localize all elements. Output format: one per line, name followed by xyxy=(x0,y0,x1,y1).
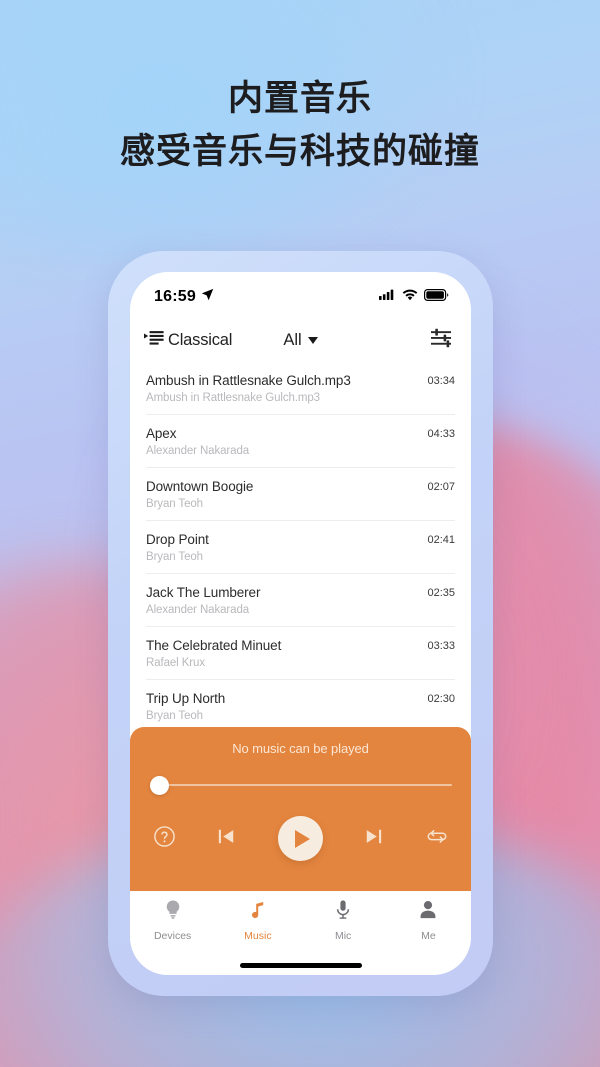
wifi-icon xyxy=(402,288,418,306)
skip-previous-icon xyxy=(215,825,238,853)
status-bar-left: 16:59 xyxy=(154,288,214,306)
track-row[interactable]: Ambush in Rattlesnake Gulch.mp3 Ambush i… xyxy=(146,362,455,415)
lightbulb-icon xyxy=(163,899,183,925)
seek-slider[interactable] xyxy=(149,775,452,795)
player-controls xyxy=(153,816,449,861)
music-note-icon xyxy=(248,899,268,925)
track-title: Apex xyxy=(146,426,177,441)
track-artist: Bryan Teoh xyxy=(146,498,203,510)
play-button[interactable] xyxy=(277,816,323,861)
tab-mic-label: Mic xyxy=(334,930,352,942)
chevron-down-icon xyxy=(307,336,318,344)
track-artist: Ambush in Rattlesnake Gulch.mp3 xyxy=(146,392,320,404)
tab-mic[interactable]: Mic xyxy=(301,899,386,942)
playlist-name-label: Classical xyxy=(168,330,233,349)
track-duration: 02:35 xyxy=(427,587,455,599)
track-info: Trip Up North Bryan Teoh xyxy=(146,691,417,722)
next-button[interactable] xyxy=(362,825,385,853)
location-arrow-icon xyxy=(201,288,214,306)
track-duration: 02:07 xyxy=(427,481,455,493)
track-duration: 02:30 xyxy=(427,693,455,705)
repeat-button[interactable] xyxy=(425,824,449,853)
seek-slider-thumb[interactable] xyxy=(149,775,169,795)
track-info: Ambush in Rattlesnake Gulch.mp3 Ambush i… xyxy=(146,373,417,404)
playlist-selector[interactable]: Classical xyxy=(144,329,232,352)
tab-music[interactable]: Music xyxy=(215,899,300,942)
skip-next-icon xyxy=(362,825,385,853)
playlist-queue-icon xyxy=(144,329,166,352)
track-list[interactable]: Ambush in Rattlesnake Gulch.mp3 Ambush i… xyxy=(130,362,471,727)
track-info: Drop Point Bryan Teoh xyxy=(146,532,417,563)
track-title: Drop Point xyxy=(146,532,209,547)
track-info: Downtown Boogie Bryan Teoh xyxy=(146,479,417,510)
status-bar-right xyxy=(379,288,449,306)
track-artist: Bryan Teoh xyxy=(146,551,203,563)
tune-button[interactable] xyxy=(431,328,453,353)
home-indicator-area xyxy=(130,955,471,975)
tab-devices[interactable]: Devices xyxy=(130,899,215,942)
track-row[interactable]: Trip Up North Bryan Teoh 02:30 xyxy=(146,680,455,727)
tab-me-label: Me xyxy=(421,930,436,942)
phone-mockup: 16:59 Classical All Ambush in Rattlesnak… xyxy=(108,251,493,996)
track-title: Ambush in Rattlesnake Gulch.mp3 xyxy=(146,373,351,388)
track-info: Apex Alexander Nakarada xyxy=(146,426,417,457)
track-title: Trip Up North xyxy=(146,691,226,706)
track-row[interactable]: Drop Point Bryan Teoh 02:41 xyxy=(146,521,455,574)
track-duration: 04:33 xyxy=(427,428,455,440)
home-indicator[interactable] xyxy=(239,962,362,968)
track-row[interactable]: Downtown Boogie Bryan Teoh 02:07 xyxy=(146,468,455,521)
headline-line-1: 内置音乐 xyxy=(227,79,372,118)
repeat-loop-icon xyxy=(425,824,449,853)
track-duration: 03:34 xyxy=(427,375,455,387)
play-icon xyxy=(294,829,310,848)
headline-line-2: 感受音乐与科技的碰撞 xyxy=(119,132,480,172)
status-bar-time: 16:59 xyxy=(154,288,196,305)
track-artist: Bryan Teoh xyxy=(146,710,203,722)
track-artist: Alexander Nakarada xyxy=(146,604,250,616)
track-title: Jack The Lumberer xyxy=(146,585,261,600)
player-panel: No music can be played xyxy=(130,727,471,891)
tab-me[interactable]: Me xyxy=(386,899,471,942)
bottom-tab-bar: Devices Music Mic Me xyxy=(130,891,471,955)
track-row[interactable]: Jack The Lumberer Alexander Nakarada 02:… xyxy=(146,574,455,627)
track-title: The Celebrated Minuet xyxy=(146,638,282,653)
help-button[interactable] xyxy=(153,825,176,853)
status-bar: 16:59 xyxy=(130,272,471,318)
track-duration: 02:41 xyxy=(427,534,455,546)
track-row[interactable]: Apex Alexander Nakarada 04:33 xyxy=(146,415,455,468)
track-artist: Alexander Nakarada xyxy=(146,445,250,457)
seek-slider-track xyxy=(159,783,452,787)
cellular-signal-icon xyxy=(379,288,396,306)
tab-devices-label: Devices xyxy=(153,930,192,942)
headline: 内置音乐 感受音乐与科技的碰撞 xyxy=(0,76,600,175)
tab-music-label: Music xyxy=(244,930,272,942)
previous-button[interactable] xyxy=(215,825,238,853)
library-toolbar: Classical All xyxy=(130,318,471,362)
phone-screen: 16:59 Classical All Ambush in Rattlesnak… xyxy=(130,272,471,975)
microphone-icon xyxy=(333,899,353,925)
track-duration: 03:33 xyxy=(427,640,455,652)
question-circle-icon xyxy=(153,825,176,853)
track-row[interactable]: The Celebrated Minuet Rafael Krux 03:33 xyxy=(146,627,455,680)
person-icon xyxy=(418,899,438,925)
battery-full-icon xyxy=(424,288,449,306)
track-artist: Rafael Krux xyxy=(146,657,205,669)
track-info: The Celebrated Minuet Rafael Krux xyxy=(146,638,417,669)
filter-dropdown-label: All xyxy=(283,330,302,349)
sliders-tune-icon xyxy=(431,328,453,353)
track-info: Jack The Lumberer Alexander Nakarada xyxy=(146,585,417,616)
player-status-message: No music can be played xyxy=(232,741,369,756)
track-title: Downtown Boogie xyxy=(146,479,254,494)
